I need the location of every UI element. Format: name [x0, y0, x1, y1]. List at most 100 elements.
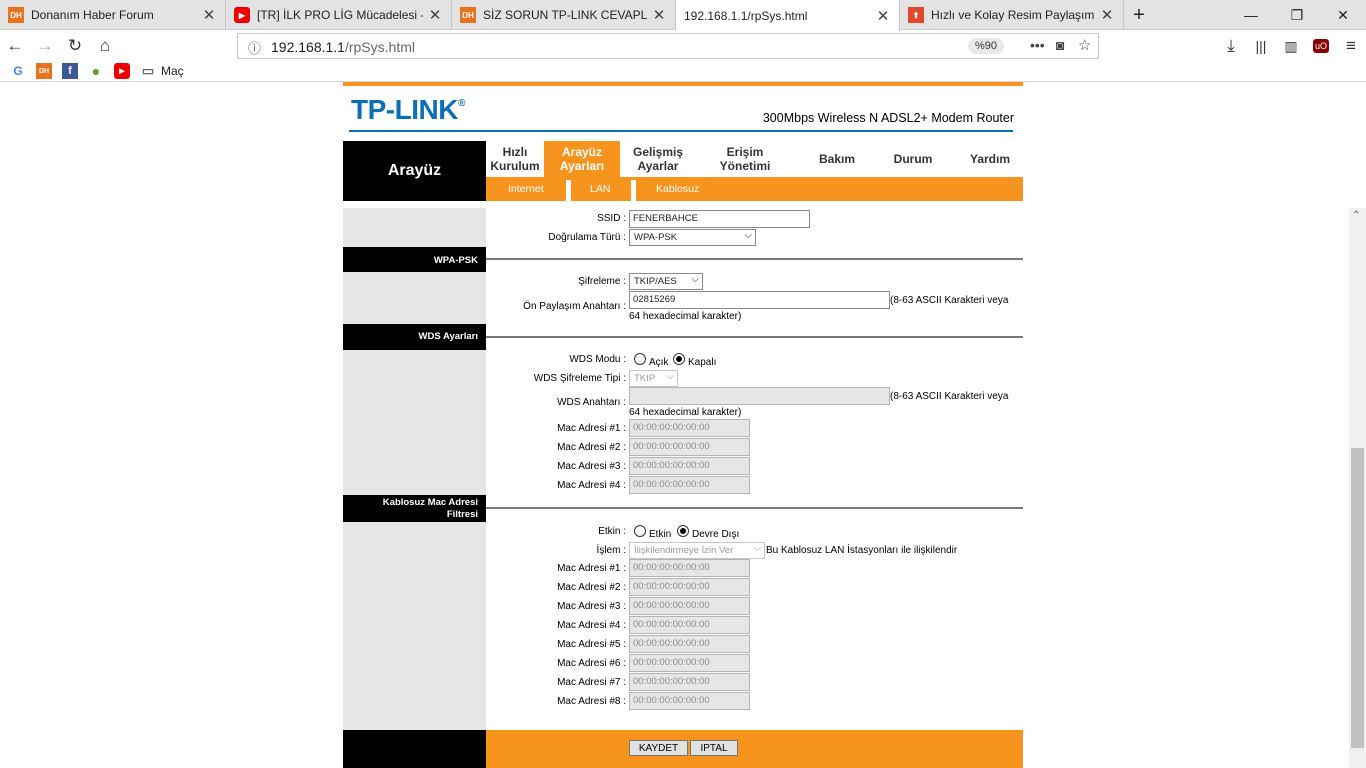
- sidebar-icon[interactable]: ▥: [1279, 35, 1303, 57]
- close-tab-icon[interactable]: ✕: [201, 6, 217, 24]
- pocket-icon[interactable]: ◙: [1056, 37, 1064, 53]
- auth-type-select[interactable]: WPA-PSK ⌵: [629, 229, 756, 246]
- wds-mode-label: WDS Modu :: [569, 354, 626, 365]
- minimize-icon[interactable]: —: [1228, 0, 1274, 30]
- filter-mac-input-5[interactable]: 00:00:00:00:00:00: [629, 635, 750, 653]
- tab-bar: DH Donanım Haber Forum ✕ ▶ [TR] İLK PRO …: [0, 0, 1366, 31]
- new-tab-button[interactable]: +: [1124, 0, 1154, 30]
- filter-mac-input-2[interactable]: 00:00:00:00:00:00: [629, 578, 750, 596]
- wds-mac-input-3[interactable]: 00:00:00:00:00:00: [629, 457, 750, 475]
- menu-access-management[interactable]: Erişim Yönetimi: [704, 141, 786, 177]
- youtube-icon: ▶: [234, 7, 250, 23]
- wds-mac-input-4[interactable]: 00:00:00:00:00:00: [629, 476, 750, 494]
- browser-tab-3[interactable]: DH SİZ SORUN TP-LINK CEVAPLASIN ✕: [452, 0, 676, 30]
- google-icon[interactable]: G: [10, 63, 26, 79]
- filter-active-on-label: Etkin: [649, 529, 672, 540]
- wds-mode-on-radio[interactable]: [634, 353, 646, 365]
- chevron-down-icon: ⌵: [744, 230, 752, 241]
- filter-mac-input-1[interactable]: 00:00:00:00:00:00: [629, 559, 750, 577]
- scroll-up-icon[interactable]: ⌃: [1352, 210, 1360, 221]
- tab-title: Donanım Haber Forum: [31, 8, 154, 22]
- save-button[interactable]: KAYDET: [629, 740, 688, 756]
- filter-mac-input-6[interactable]: 00:00:00:00:00:00: [629, 654, 750, 672]
- submenu-separator: [631, 180, 636, 201]
- psk-label: Ön Paylaşım Anahtarı :: [523, 301, 626, 312]
- encryption-select[interactable]: TKIP/AES ⌵: [629, 273, 703, 290]
- submenu-internet[interactable]: Internet: [508, 177, 544, 201]
- wds-mac-label-3: Mac Adresi #3 :: [557, 461, 626, 472]
- menu-help[interactable]: Yardım: [958, 141, 1022, 177]
- forward-icon[interactable]: →: [33, 35, 57, 57]
- youtube-icon[interactable]: ▶: [114, 63, 130, 79]
- close-tab-icon[interactable]: ✕: [875, 7, 891, 25]
- library-icon[interactable]: |||: [1249, 35, 1273, 57]
- droplet-icon[interactable]: ●: [88, 63, 104, 79]
- close-tab-icon[interactable]: ✕: [651, 6, 667, 24]
- back-icon[interactable]: ←: [3, 35, 27, 57]
- reload-icon[interactable]: ↻: [63, 35, 87, 57]
- browser-tab-5[interactable]: ⬆ Hızlı ve Kolay Resim Paylaşımı ✕: [900, 0, 1124, 30]
- wds-mac-input-1[interactable]: 00:00:00:00:00:00: [629, 419, 750, 437]
- info-icon[interactable]: ⓘ: [248, 38, 261, 57]
- dh-icon: DH: [8, 7, 24, 23]
- submenu-wireless[interactable]: Kablosuz: [656, 177, 699, 201]
- menu-status[interactable]: Durum: [886, 141, 940, 177]
- close-window-icon[interactable]: ✕: [1320, 0, 1366, 30]
- bookmark-star-icon[interactable]: ☆: [1078, 36, 1091, 54]
- chevron-down-icon: ⌵: [691, 274, 699, 285]
- filter-action-select[interactable]: İlişkilendirmeye İzin Ver ⌵: [629, 542, 765, 559]
- wds-key-input[interactable]: [629, 387, 890, 405]
- filter-mac-input-8[interactable]: 00:00:00:00:00:00: [629, 692, 750, 710]
- home-icon[interactable]: ⌂: [93, 35, 117, 57]
- wds-mac-label-1: Mac Adresi #1 :: [557, 423, 626, 434]
- download-icon[interactable]: ⤓: [1219, 35, 1243, 57]
- submenu-lan[interactable]: LAN: [590, 177, 610, 201]
- close-tab-icon[interactable]: ✕: [427, 6, 443, 24]
- filter-mac-label-2: Mac Adresi #2 :: [557, 582, 626, 593]
- url-text[interactable]: 192.168.1.1/rpSys.html: [271, 39, 415, 55]
- menu-quick-setup[interactable]: Hızlı Kurulum: [486, 141, 544, 177]
- restore-icon[interactable]: ❐: [1274, 0, 1320, 30]
- filter-mac-input-7[interactable]: 00:00:00:00:00:00: [629, 673, 750, 691]
- menu-interface-setup[interactable]: Arayüz Ayarları: [544, 141, 620, 177]
- browser-tab-2[interactable]: ▶ [TR] İLK PRO LİG Mücadelesi - S ✕: [226, 0, 452, 30]
- menu-icon[interactable]: ≡: [1339, 35, 1363, 57]
- folder-icon[interactable]: ▭: [140, 63, 156, 79]
- filter-mac-input-4[interactable]: 00:00:00:00:00:00: [629, 616, 750, 634]
- browser-tab-1[interactable]: DH Donanım Haber Forum ✕: [0, 0, 226, 30]
- ublock-icon[interactable]: uO: [1309, 35, 1333, 57]
- menu-maintenance[interactable]: Bakım: [812, 141, 862, 177]
- close-tab-icon[interactable]: ✕: [1099, 6, 1115, 24]
- filter-active-off-radio[interactable]: [677, 525, 689, 537]
- ssid-input[interactable]: FENERBAHCE: [629, 210, 810, 228]
- wds-enc-select[interactable]: TKIP ⌵: [629, 370, 678, 387]
- wds-mac-input-2[interactable]: 00:00:00:00:00:00: [629, 438, 750, 456]
- sub-menu: Internet LAN Kablosuz: [486, 177, 1023, 201]
- scroll-thumb[interactable]: [1351, 448, 1364, 748]
- psk-input[interactable]: 02815269: [629, 291, 890, 309]
- ssid-label: SSID :: [597, 213, 626, 224]
- tab-title: SİZ SORUN TP-LINK CEVAPLASIN: [483, 8, 647, 22]
- url-bar[interactable]: ⓘ 192.168.1.1/rpSys.html %90 ••• ◙ ☆: [237, 33, 1099, 59]
- section-divider: [486, 507, 1023, 509]
- wds-mode-off-radio[interactable]: [673, 353, 685, 365]
- page-actions-icon[interactable]: •••: [1030, 37, 1045, 53]
- main-menu: Hızlı Kurulum Arayüz Ayarları Gelişmiş A…: [486, 141, 1023, 177]
- menu-advanced-setup[interactable]: Gelişmiş Ayarlar: [620, 141, 696, 177]
- wds-mode-on-label: Açık: [649, 357, 669, 368]
- filter-active-on-radio[interactable]: [634, 525, 646, 537]
- vertical-scrollbar[interactable]: ⌃: [1349, 208, 1366, 768]
- browser-tab-4-active[interactable]: 192.168.1.1/rpSys.html ✕: [676, 0, 900, 31]
- filter-mac-label-3: Mac Adresi #3 :: [557, 601, 626, 612]
- filter-mac-input-3[interactable]: 00:00:00:00:00:00: [629, 597, 750, 615]
- dh-icon[interactable]: DH: [36, 63, 52, 79]
- facebook-icon[interactable]: f: [62, 63, 78, 79]
- bookmark-folder-mac[interactable]: Maç: [161, 64, 184, 78]
- cancel-button[interactable]: IPTAL: [690, 740, 738, 756]
- mac-filter-header-line-2: Filtresi: [446, 509, 478, 520]
- filter-mac-label-4: Mac Adresi #4 :: [557, 620, 626, 631]
- mac-filter-header: Kablosuz Mac Adresi Filtresi: [343, 495, 486, 522]
- zoom-indicator[interactable]: %90: [968, 38, 1005, 54]
- tab-title: Hızlı ve Kolay Resim Paylaşımı: [931, 8, 1095, 22]
- filter-mac-label-6: Mac Adresi #6 :: [557, 658, 626, 669]
